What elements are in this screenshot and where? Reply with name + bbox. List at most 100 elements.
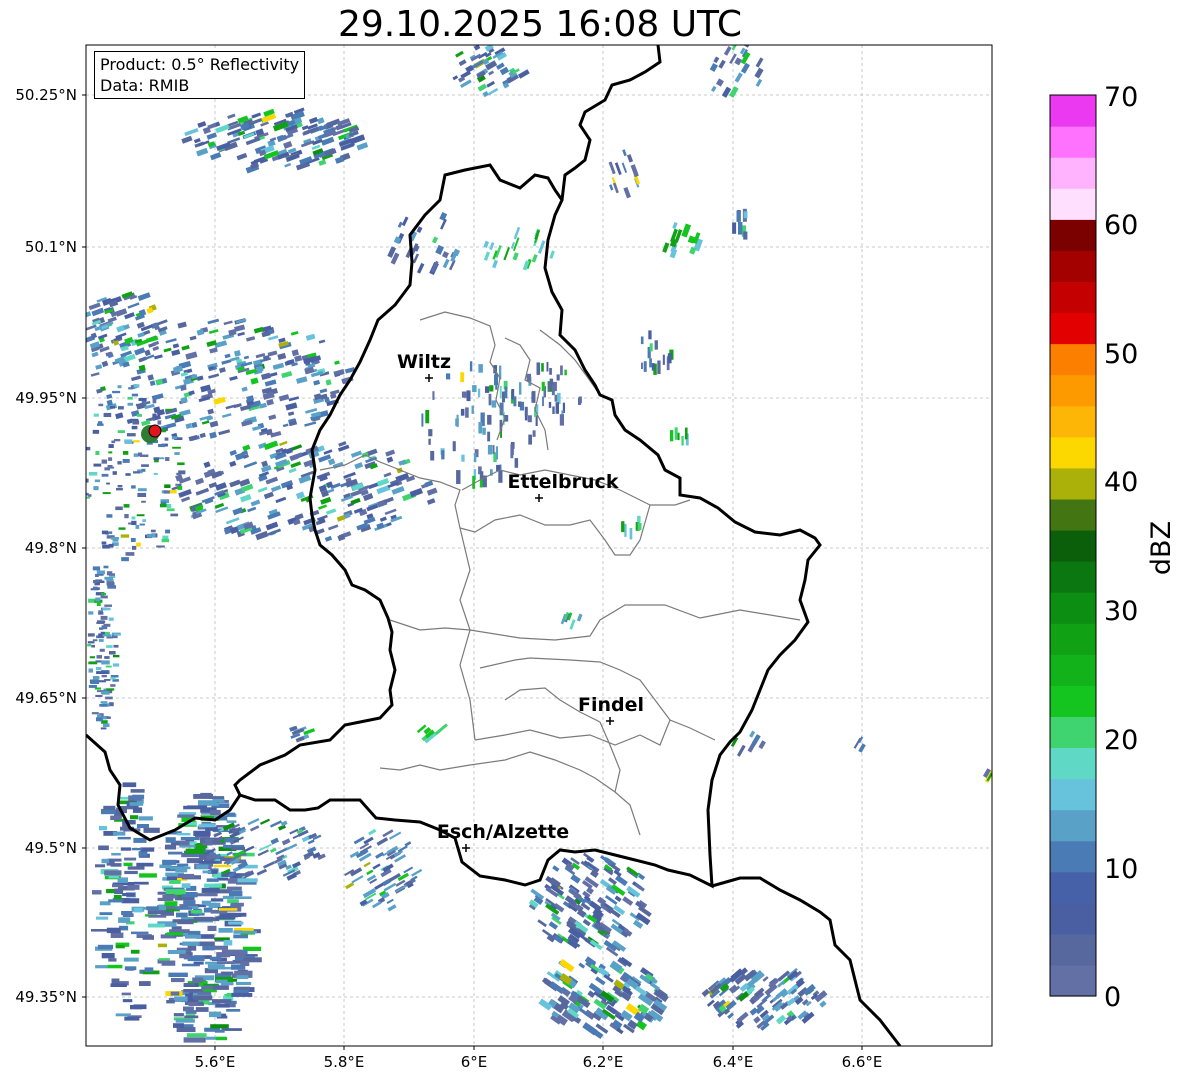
- echo-cell: [121, 911, 133, 915]
- colorbar-bin: [1050, 933, 1096, 966]
- echo-cell: [234, 350, 241, 357]
- echo-cell: [186, 1033, 207, 1038]
- echo-cell: [195, 487, 210, 496]
- colorbar-tick-label: 50: [1104, 339, 1138, 370]
- lat-tick-label: 49.8°N: [25, 539, 77, 557]
- echo-cell: [117, 836, 131, 840]
- echo-cell: [122, 782, 137, 788]
- echo-cell: [105, 665, 112, 668]
- echo-cell: [452, 75, 459, 81]
- colorbar-bin: [1050, 716, 1096, 749]
- echo-cell: [304, 421, 317, 427]
- echo-cell: [110, 537, 119, 540]
- echo-cell: [487, 431, 491, 442]
- echo-cell: [123, 862, 133, 867]
- echo-cell: [92, 566, 101, 571]
- city-ettelbruck: Ettelbruck: [508, 471, 619, 502]
- echo-cell: [731, 45, 738, 51]
- echo-cell: [135, 525, 140, 529]
- echo-cell: [587, 990, 596, 998]
- echo-cell: [228, 921, 244, 925]
- echo-cell: [109, 651, 116, 655]
- echo-cell: [386, 898, 394, 905]
- echo-cell: [674, 427, 678, 440]
- echo-cell: [701, 988, 710, 997]
- echo-cell: [182, 941, 200, 946]
- echo-cell: [542, 396, 544, 407]
- colorbar-tick-label: 30: [1104, 596, 1138, 627]
- echo-cell: [250, 499, 261, 507]
- echo-cell: [502, 391, 505, 403]
- echo-cell: [416, 262, 425, 274]
- echo-cell: [754, 67, 764, 79]
- echo-cell: [537, 919, 548, 928]
- echo-cell: [133, 881, 149, 885]
- echo-cell: [755, 78, 763, 87]
- echo-cell: [363, 861, 371, 868]
- echo-cell: [313, 379, 321, 386]
- echo-cell: [383, 472, 392, 478]
- echo-cell: [152, 413, 157, 418]
- echo-cell: [148, 923, 165, 928]
- echo-cell: [101, 459, 107, 464]
- echo-cell: [460, 408, 465, 416]
- colorbar-bin: [1050, 374, 1096, 407]
- echo-cell: [189, 335, 197, 341]
- echo-cell: [108, 543, 114, 548]
- echo-cell: [621, 521, 625, 533]
- echo-cell: [226, 886, 242, 891]
- echo-cell: [156, 545, 165, 548]
- echo-cell: [157, 960, 173, 964]
- echo-cell: [166, 932, 184, 936]
- echo-cell: [210, 898, 224, 902]
- echo-cell: [461, 454, 465, 462]
- echo-cell: [101, 953, 115, 959]
- colorbar-bin: [1050, 964, 1096, 997]
- echo-cell: [171, 978, 185, 983]
- echo-cell: [318, 159, 327, 166]
- echo-cell: [257, 486, 268, 493]
- echo-cell: [133, 384, 140, 388]
- echo-cell: [100, 631, 105, 635]
- echo-cell: [137, 332, 145, 338]
- echo-cell: [91, 644, 95, 648]
- echo-cell: [179, 840, 190, 846]
- echo-cell: [134, 347, 146, 356]
- echo-cell: [623, 186, 631, 199]
- colorbar-bin: [1050, 157, 1096, 189]
- echo-cell: [622, 149, 627, 157]
- colorbar-bin: [1050, 654, 1096, 686]
- echo-cell: [630, 164, 639, 178]
- echo-cell: [105, 696, 113, 700]
- latitude-ticks: 50.25°N 50.1°N 49.95°N 49.8°N 49.65°N 49…: [15, 86, 77, 1006]
- echo-cell: [111, 440, 116, 444]
- echo-cell: [232, 507, 244, 516]
- echo-cell: [569, 619, 576, 630]
- city-findel: Findel: [578, 694, 644, 725]
- echo-cell: [762, 976, 769, 982]
- colorbar-bin: [1050, 623, 1096, 655]
- echo-cell: [291, 349, 300, 357]
- city-marker-esch-alzette: [462, 844, 470, 852]
- echo-cell: [191, 421, 198, 429]
- echo-cell: [649, 358, 652, 368]
- echo-cell: [723, 46, 732, 56]
- colorbar-tick-label: 70: [1104, 82, 1138, 113]
- echo-cell: [92, 676, 100, 680]
- echo-cell: [125, 552, 135, 556]
- echo-cell: [102, 671, 109, 674]
- echo-cell: [195, 477, 205, 486]
- echo-cell: [397, 845, 408, 853]
- echo-cell: [133, 440, 140, 443]
- echo-cell: [108, 899, 124, 903]
- lon-tick-label: 6.2°E: [583, 1053, 624, 1071]
- echo-cell: [100, 727, 107, 730]
- echo-cell: [123, 957, 139, 962]
- echo-cell: [96, 916, 109, 920]
- radar-site-marker: [148, 424, 162, 438]
- echo-cell: [488, 393, 492, 406]
- echo-cell: [124, 966, 137, 971]
- echo-cell: [132, 807, 143, 813]
- echo-cell: [206, 132, 218, 140]
- echo-cell: [288, 396, 300, 402]
